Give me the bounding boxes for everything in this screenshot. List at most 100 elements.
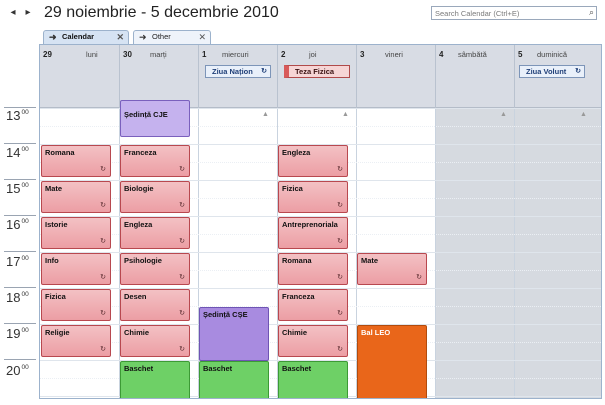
recurring-icon: ↻ <box>575 68 581 75</box>
recurring-icon: ↻ <box>337 346 343 353</box>
time-label-15: 1500 <box>6 181 29 196</box>
event-title: Chimie <box>282 328 308 337</box>
event-block[interactable]: Baschet <box>278 361 348 398</box>
time-grid[interactable]: ▲ ▲ ▲ ▲ Romana ↻ Mate ↻ Istorie ↻ Info ↻ Fiz… <box>40 100 601 398</box>
search-icon[interactable]: ⌕ <box>589 7 594 18</box>
recurring-icon: ↻ <box>179 274 185 281</box>
close-icon[interactable]: ✕ <box>198 31 206 43</box>
allday-event[interactable]: Ziua Națion ↻ <box>205 65 271 78</box>
event-title: Info <box>45 256 59 265</box>
day-name: joi <box>309 50 317 59</box>
recurring-icon: ↻ <box>337 274 343 281</box>
recurring-icon: ↻ <box>100 274 106 281</box>
day-name: sâmbătă <box>458 50 487 59</box>
hour-divider <box>4 287 36 288</box>
time-label-14: 1400 <box>6 145 29 160</box>
event-title: Religie <box>45 328 70 337</box>
day-header-mon[interactable]: 29 luni <box>40 45 119 108</box>
close-icon[interactable]: ✕ <box>116 31 124 43</box>
day-column-weekend[interactable] <box>514 108 601 398</box>
scroll-up-icon[interactable]: ▲ <box>342 111 349 118</box>
search-input[interactable]: Search Calendar (Ctrl+E) ⌕ <box>431 6 597 20</box>
tab-other[interactable]: ➜ Other ✕ <box>133 30 211 44</box>
day-name: vineri <box>385 50 403 59</box>
event-block[interactable]: Mate ↻ <box>357 253 427 285</box>
event-title: Baschet <box>124 364 154 373</box>
event-block[interactable]: Fizica ↻ <box>41 289 111 321</box>
event-block[interactable]: Psihologie ↻ <box>120 253 190 285</box>
event-title: Mate <box>45 184 63 193</box>
event-block[interactable]: Ședință CJE <box>120 100 190 137</box>
event-block[interactable]: Romana ↻ <box>41 145 111 177</box>
event-block[interactable]: Religie ↻ <box>41 325 111 357</box>
day-header-tue[interactable]: 30 marți <box>119 45 198 108</box>
recurring-icon: ↻ <box>337 238 343 245</box>
search-placeholder: Search Calendar (Ctrl+E) <box>435 9 520 18</box>
day-header-band: 29 luni 30 marți 1 miercuri Ziua Națion … <box>40 45 601 108</box>
day-header-sat[interactable]: 4 sâmbătă <box>435 45 514 108</box>
time-label-20: 2000 <box>6 363 29 378</box>
event-block[interactable]: Chimie ↻ <box>278 325 348 357</box>
event-block[interactable]: Engleza ↻ <box>120 217 190 249</box>
event-block[interactable]: Baschet <box>199 361 269 398</box>
recurring-icon: ↻ <box>100 166 106 173</box>
event-block[interactable]: Franceza ↻ <box>120 145 190 177</box>
calendar-window: ◂ ▸ 29 noiembrie - 5 decembrie 2010 Sear… <box>0 0 605 405</box>
time-label-17: 1700 <box>6 254 29 269</box>
event-block[interactable]: Ședință CȘE <box>199 307 269 361</box>
event-block[interactable]: Bal LEO <box>357 325 427 398</box>
event-block[interactable]: Biologie ↻ <box>120 181 190 213</box>
recurring-icon: ↻ <box>261 68 267 75</box>
event-block[interactable]: Romana ↻ <box>278 253 348 285</box>
recurring-icon: ↻ <box>179 346 185 353</box>
event-block[interactable]: Desen ↻ <box>120 289 190 321</box>
event-title: Ședință CȘE <box>203 310 248 319</box>
event-block[interactable]: Istorie ↻ <box>41 217 111 249</box>
hour-divider <box>4 179 36 180</box>
allday-event[interactable]: Ziua Volunt ↻ <box>519 65 585 78</box>
event-title: Teza Fizica <box>295 67 335 76</box>
recurring-icon: ↻ <box>337 202 343 209</box>
recurring-icon: ↻ <box>416 274 422 281</box>
day-header-sun[interactable]: 5 duminică Ziua Volunt ↻ <box>514 45 601 108</box>
event-title: Franceza <box>124 148 157 157</box>
time-label-16: 1600 <box>6 217 29 232</box>
recurring-icon: ↻ <box>337 166 343 173</box>
event-title: Fizica <box>282 184 303 193</box>
event-block[interactable]: Chimie ↻ <box>120 325 190 357</box>
day-number: 5 <box>518 50 523 59</box>
time-label-18: 1800 <box>6 290 29 305</box>
scroll-up-icon[interactable]: ▲ <box>262 111 269 118</box>
event-block[interactable]: Engleza ↻ <box>278 145 348 177</box>
event-title: Istorie <box>45 220 68 229</box>
day-column-weekend[interactable] <box>435 108 514 398</box>
event-block[interactable]: Antreprenoriala ↻ <box>278 217 348 249</box>
arrow-left-icon[interactable]: ◂ <box>8 7 18 19</box>
day-name: miercuri <box>222 50 249 59</box>
hour-divider <box>4 143 36 144</box>
day-header-wed[interactable]: 1 miercuri Ziua Națion ↻ <box>198 45 277 108</box>
event-title: Ziua Volunt <box>526 67 567 76</box>
recurring-icon: ↻ <box>337 310 343 317</box>
day-header-thu[interactable]: 2 joi Teza Fizica <box>277 45 356 108</box>
arrow-right-icon[interactable]: ▸ <box>23 7 33 19</box>
event-title: Baschet <box>203 364 233 373</box>
recurring-icon: ↻ <box>179 238 185 245</box>
event-title: Bal LEO <box>361 328 391 337</box>
event-title: Ziua Națion <box>212 67 253 76</box>
recurring-icon: ↻ <box>179 310 185 317</box>
day-number: 4 <box>439 50 444 59</box>
event-block[interactable]: Fizica ↻ <box>278 181 348 213</box>
event-block[interactable]: Info ↻ <box>41 253 111 285</box>
event-title: Baschet <box>282 364 312 373</box>
day-header-fri[interactable]: 3 vineri <box>356 45 435 108</box>
scroll-up-icon[interactable]: ▲ <box>500 111 507 118</box>
hour-divider <box>4 323 36 324</box>
scroll-up-icon[interactable]: ▲ <box>580 111 587 118</box>
event-block[interactable]: Franceza ↻ <box>278 289 348 321</box>
allday-event[interactable]: Teza Fizica <box>284 65 350 78</box>
event-block[interactable]: Baschet <box>120 361 190 398</box>
event-title: Chimie <box>124 328 150 337</box>
event-block[interactable]: Mate ↻ <box>41 181 111 213</box>
tab-calendar[interactable]: ➜ Calendar ✕ <box>43 30 129 44</box>
